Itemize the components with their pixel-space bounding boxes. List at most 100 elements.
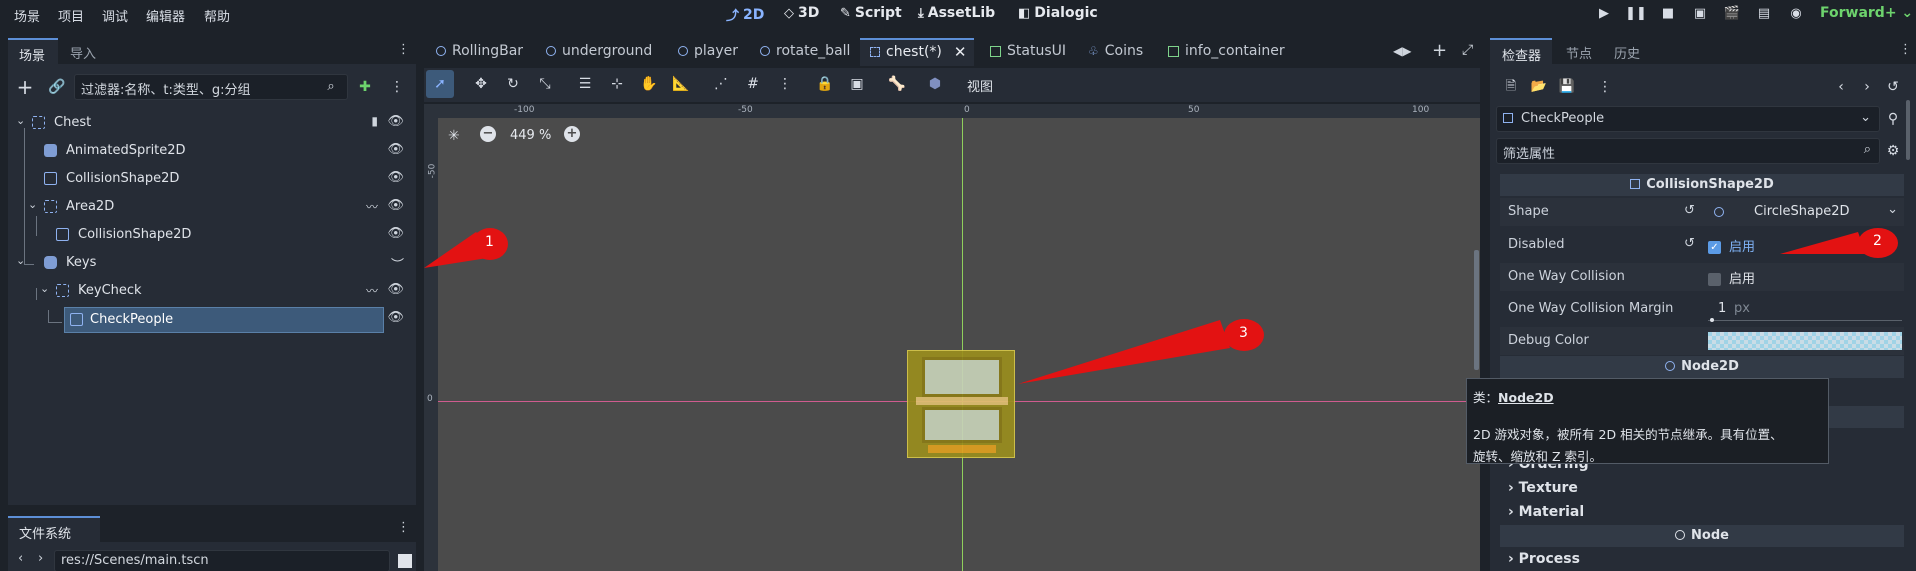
tab-scene[interactable]: 场景	[8, 38, 58, 64]
pivot-mode-icon[interactable]: ⊹	[606, 73, 628, 95]
tab-chest[interactable]: chest(*) ✕	[870, 43, 966, 61]
list-select-icon[interactable]: ☰	[574, 73, 596, 95]
revert-icon[interactable]: ↺	[1684, 236, 1695, 251]
zoom-out-icon[interactable]: −	[480, 126, 496, 142]
tree-item-collisionshape2d[interactable]: CollisionShape2D 👁	[8, 167, 416, 191]
tab-history[interactable]: 历史	[1614, 43, 1640, 62]
view-menu[interactable]: 视图	[967, 76, 993, 95]
mode-3d-button[interactable]: ◇ 3D	[784, 5, 819, 21]
save-icon[interactable]: 💾	[1556, 76, 1578, 98]
viewport-scrollbar[interactable]	[1474, 250, 1479, 370]
menu-help[interactable]: 帮助	[204, 6, 230, 25]
tab-filesystem[interactable]: 文件系统	[8, 516, 100, 542]
visibility-eye-icon[interactable]: 👁	[387, 114, 404, 129]
split-view-icon[interactable]	[398, 554, 412, 568]
tree-item-keys[interactable]: ⌄ Keys ︶	[8, 251, 416, 275]
attach-script-icon[interactable]: ✚	[354, 76, 376, 98]
chest-sprite[interactable]	[907, 350, 1015, 458]
mode-dialogic-button[interactable]: ◧ Dialogic	[1018, 5, 1098, 21]
visibility-eye-icon[interactable]: 👁	[387, 198, 404, 213]
dock-menu-icon[interactable]: ⋮	[397, 42, 410, 57]
forward-icon[interactable]: ›	[38, 551, 43, 566]
rotate-mode-icon[interactable]: ↻	[502, 73, 524, 95]
path-field[interactable]: res://Scenes/main.tscn	[54, 550, 390, 571]
menu-project[interactable]: 项目	[58, 6, 84, 25]
history-back-icon[interactable]: ‹	[1830, 76, 1852, 98]
section-node2d[interactable]: Node2D	[1500, 356, 1904, 378]
menu-editor[interactable]: 编辑器	[146, 6, 185, 25]
one-way-checkbox[interactable]: 启用	[1708, 268, 1755, 287]
tree-item-collisionshape2d-child[interactable]: CollisionShape2D 👁	[8, 223, 416, 247]
inspector-scrollbar[interactable]	[1906, 100, 1910, 160]
filter-settings-icon[interactable]: ⚙	[1882, 140, 1904, 162]
tab-coins[interactable]: ♧ Coins	[1088, 43, 1143, 59]
move-mode-icon[interactable]: ✥	[470, 73, 492, 95]
slider-grabber[interactable]	[1710, 318, 1714, 322]
remote-debug-icon[interactable]: ▣	[1689, 4, 1711, 24]
tree-item-keycheck[interactable]: ⌄ KeyCheck 〰 👁	[8, 279, 416, 303]
signal-icon[interactable]: 〰	[366, 282, 378, 299]
dock-menu-icon[interactable]: ⋮	[1899, 42, 1912, 57]
inspector-menu-icon[interactable]: ⋮	[1594, 76, 1616, 98]
object-history-icon[interactable]: ↺	[1882, 76, 1904, 98]
scene-menu-icon[interactable]: ⋮	[386, 76, 408, 98]
visibility-eye-icon[interactable]: 👁	[387, 142, 404, 157]
tab-player[interactable]: player	[678, 43, 738, 59]
visibility-eye-icon[interactable]: 👁	[387, 226, 404, 241]
tab-underground[interactable]: underground	[546, 43, 652, 59]
tree-item-animatedsprite2d[interactable]: AnimatedSprite2D 👁	[8, 139, 416, 163]
node-info-icon[interactable]: ⚲	[1882, 108, 1904, 130]
tree-item-chest[interactable]: ⌄ Chest ▮ 👁	[8, 111, 416, 135]
tree-item-checkpeople[interactable]: CheckPeople 👁	[8, 307, 416, 333]
zoom-in-icon[interactable]: +	[564, 126, 580, 142]
shape-resource-picker[interactable]: CircleShape2D ⌄	[1708, 200, 1904, 224]
menu-debug[interactable]: 调试	[102, 6, 128, 25]
tab-node[interactable]: 节点	[1566, 43, 1592, 62]
scene-filter-input[interactable]: 过滤器:名称、t:类型、g:分组	[74, 74, 348, 100]
section-collisionshape2d[interactable]: CollisionShape2D	[1500, 174, 1904, 196]
open-folder-icon[interactable]: 📂	[1528, 76, 1550, 98]
instance-scene-icon[interactable]: 🔗	[46, 76, 68, 98]
dock-menu-icon[interactable]: ⋮	[397, 520, 410, 535]
group-icon[interactable]: ▣	[846, 73, 868, 95]
camera-override-icon[interactable]: ⬢	[924, 73, 946, 95]
node-selector[interactable]: CheckPeople ⌄	[1496, 106, 1880, 132]
back-icon[interactable]: ‹	[18, 551, 23, 566]
play-icon[interactable]: ▶	[1593, 4, 1615, 24]
signal-icon[interactable]: 〰	[366, 198, 378, 215]
subsection-texture[interactable]: › Texture	[1508, 480, 1578, 496]
smart-snap-icon[interactable]: ⋰	[710, 73, 732, 95]
history-forward-icon[interactable]: ›	[1856, 76, 1878, 98]
play-scene-icon[interactable]: 🎬	[1721, 4, 1743, 24]
lock-icon[interactable]: 🔒	[814, 73, 836, 95]
mode-2d-button[interactable]: ⤴ 2D	[726, 5, 764, 25]
zoom-level[interactable]: 449 %	[510, 128, 551, 143]
mode-assetlib-button[interactable]: ⤓ AssetLib	[918, 5, 995, 21]
visibility-eye-icon[interactable]: 👁	[387, 170, 404, 185]
tab-rollingbar[interactable]: RollingBar	[436, 43, 523, 59]
tab-statusui[interactable]: StatusUI	[990, 43, 1066, 59]
grid-snap-icon[interactable]: #	[742, 73, 764, 95]
revert-icon[interactable]: ↺	[1684, 203, 1695, 218]
new-resource-icon[interactable]: 🗎	[1500, 76, 1522, 98]
chevron-down-icon[interactable]: ⌄	[16, 114, 25, 127]
renderer-selector[interactable]: Forward+ ⌄	[1820, 5, 1913, 21]
visibility-eye-icon[interactable]: 👁	[387, 282, 404, 297]
distraction-free-icon[interactable]: ⤢	[1462, 42, 1473, 58]
pause-icon[interactable]: ❚❚	[1625, 4, 1647, 24]
hidden-eye-icon[interactable]: ︶	[391, 254, 404, 273]
section-node[interactable]: Node	[1500, 525, 1904, 547]
ruler-mode-icon[interactable]: 📐	[670, 73, 692, 95]
property-filter-input[interactable]: 筛选属性 ⌕	[1496, 138, 1880, 164]
center-view-icon[interactable]: ✳	[448, 128, 460, 144]
tab-inspector[interactable]: 检查器	[1490, 38, 1552, 64]
movie-maker-icon[interactable]: ◉	[1785, 4, 1807, 24]
tab-rotate-ball[interactable]: rotate_ball	[760, 43, 850, 59]
subsection-material[interactable]: › Material	[1508, 504, 1584, 520]
close-icon[interactable]: ✕	[954, 43, 967, 61]
scroll-tabs-left-icon[interactable]: ◀▶	[1393, 44, 1411, 58]
debug-color-swatch[interactable]	[1708, 332, 1902, 350]
margin-slider[interactable]: 1 px	[1708, 297, 1902, 322]
tab-info-container[interactable]: info_container	[1168, 43, 1285, 59]
mode-script-button[interactable]: ✎ Script	[840, 5, 902, 21]
